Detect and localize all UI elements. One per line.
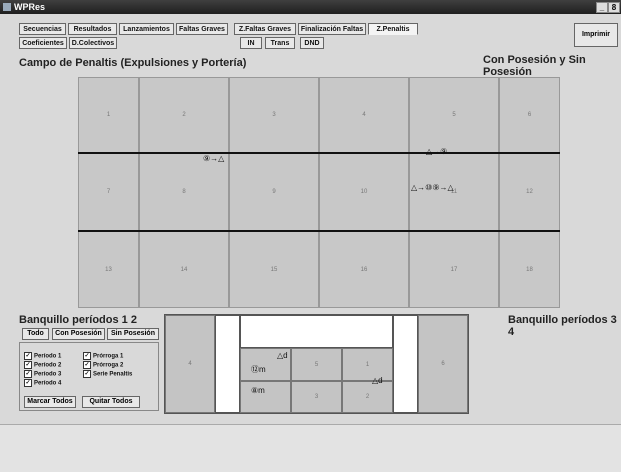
mark-all-button[interactable]: Marcar Todos [24,396,76,408]
checkbox-label: Período 2 [34,362,62,369]
filter-sin-posesion-button[interactable]: Sin Posesión [107,328,159,340]
status-bar [0,424,621,472]
tab-trans[interactable]: Trans [265,37,295,49]
bench-zone[interactable]: 5 [291,348,342,381]
court-line-upper [78,152,560,154]
bench-marker: ⑫m [251,365,266,374]
court-zone-8[interactable]: 8 [139,153,229,231]
bench-zone[interactable]: 3 [291,381,342,413]
court-zone-15[interactable]: 15 [229,231,319,308]
tab-z-penaltis[interactable]: Z.Penaltis [368,23,418,35]
tab-coeficientes[interactable]: Coeficientes [19,37,67,49]
bench-marker: ⑧m [251,386,265,395]
bench-gap-right [393,315,418,413]
bench-goal-area [240,315,393,348]
check-icon: ✓ [24,370,32,378]
tab-in[interactable]: IN [240,37,262,49]
print-button[interactable]: Imprimir [574,23,618,47]
checkbox-label: Prórroga 1 [93,353,124,360]
checkbox-periodo-1[interactable]: ✓ Período 1 [24,352,61,360]
bench-zone[interactable]: 1 [342,348,393,381]
check-icon: ✓ [24,379,32,387]
court-marker: △→⑨ [426,147,448,156]
check-icon: ✓ [83,361,91,369]
bench-right-title: Banquillo períodos 3 4 [508,314,617,338]
tab-resultados[interactable]: Resultados [68,23,117,35]
clear-all-button[interactable]: Quitar Todos [82,396,140,408]
checkbox-label: Período 4 [34,380,62,387]
court-zone-17[interactable]: 17 [409,231,499,308]
check-icon: ✓ [24,352,32,360]
checkbox-periodo-2[interactable]: ✓ Período 2 [24,361,61,369]
checkbox-periodo-3[interactable]: ✓ Período 3 [24,370,61,378]
court-zone-14[interactable]: 14 [139,231,229,308]
court-marker: △→⑩⑨→△ [411,183,454,192]
app-icon [3,3,11,11]
bench-zone[interactable] [240,381,291,413]
court-marker: ⑨→△ [203,154,225,163]
court-zone-6[interactable]: 6 [499,77,560,153]
window-titlebar: WPRes _ 8 [0,0,621,14]
court-zone-12[interactable]: 12 [499,153,560,231]
court-zone-18[interactable]: 18 [499,231,560,308]
possession-mode: Con Posesión y Sin Posesión [483,54,586,78]
court-zone-1[interactable]: 1 [78,77,139,153]
court-zone-4[interactable]: 4 [319,77,409,153]
tab-z-faltas-graves[interactable]: Z.Faltas Graves [234,23,296,35]
tab-dnd[interactable]: DND [300,37,324,49]
court-zone-2[interactable]: 2 [139,77,229,153]
bench-zone[interactable]: 6 [418,315,468,413]
court-zone-11[interactable]: 11 [409,153,499,231]
court-zone-7[interactable]: 7 [78,153,139,231]
court-title: Campo de Penaltis (Expulsiones y Porterí… [19,57,247,69]
checkbox-label: Período 1 [34,353,62,360]
court-zone-10[interactable]: 10 [319,153,409,231]
check-icon: ✓ [83,370,91,378]
bench-gap-left [215,315,240,413]
tab-faltas-graves[interactable]: Faltas Graves [176,23,228,35]
maximize-button[interactable]: 8 [608,2,620,13]
tab-secuencias[interactable]: Secuencias [19,23,66,35]
window-title: WPRes [14,2,46,12]
tab-lanzamientos[interactable]: Lanzamientos [119,23,174,35]
minimize-button[interactable]: _ [596,2,608,13]
court-zone-3[interactable]: 3 [229,77,319,153]
checkbox-label: Serie Penaltis [93,371,133,378]
court-zone-5[interactable]: 5 [409,77,499,153]
bench-zone[interactable]: 2 [342,381,393,413]
bench-marker: △d [372,376,383,385]
court-zone-13[interactable]: 13 [78,231,139,308]
checkbox-periodo-4[interactable]: ✓ Período 4 [24,379,61,387]
court-line-lower [78,230,560,232]
court-zone-16[interactable]: 16 [319,231,409,308]
check-icon: ✓ [83,352,91,360]
checkbox-label: Prórroga 2 [93,362,124,369]
tab-d-colectivos[interactable]: D.Colectivos [69,37,117,49]
court-zone-9[interactable]: 9 [229,153,319,231]
bench-left-title: Banquillo períodos 1 2 [19,314,137,326]
checkbox-prorroga-2[interactable]: ✓ Prórroga 2 [83,361,123,369]
checkbox-label: Período 3 [34,371,62,378]
filter-todo-button[interactable]: Todo [22,328,49,340]
filter-con-posesion-button[interactable]: Con Posesión [52,328,105,340]
check-icon: ✓ [24,361,32,369]
checkbox-serie-penaltis[interactable]: ✓ Serie Penaltis [83,370,132,378]
bench-zone[interactable]: 4 [165,315,215,413]
checkbox-prorroga-1[interactable]: ✓ Prórroga 1 [83,352,123,360]
tab-finalizacion-faltas[interactable]: Finalización Faltas [298,23,366,35]
bench-marker: △d [277,351,288,360]
